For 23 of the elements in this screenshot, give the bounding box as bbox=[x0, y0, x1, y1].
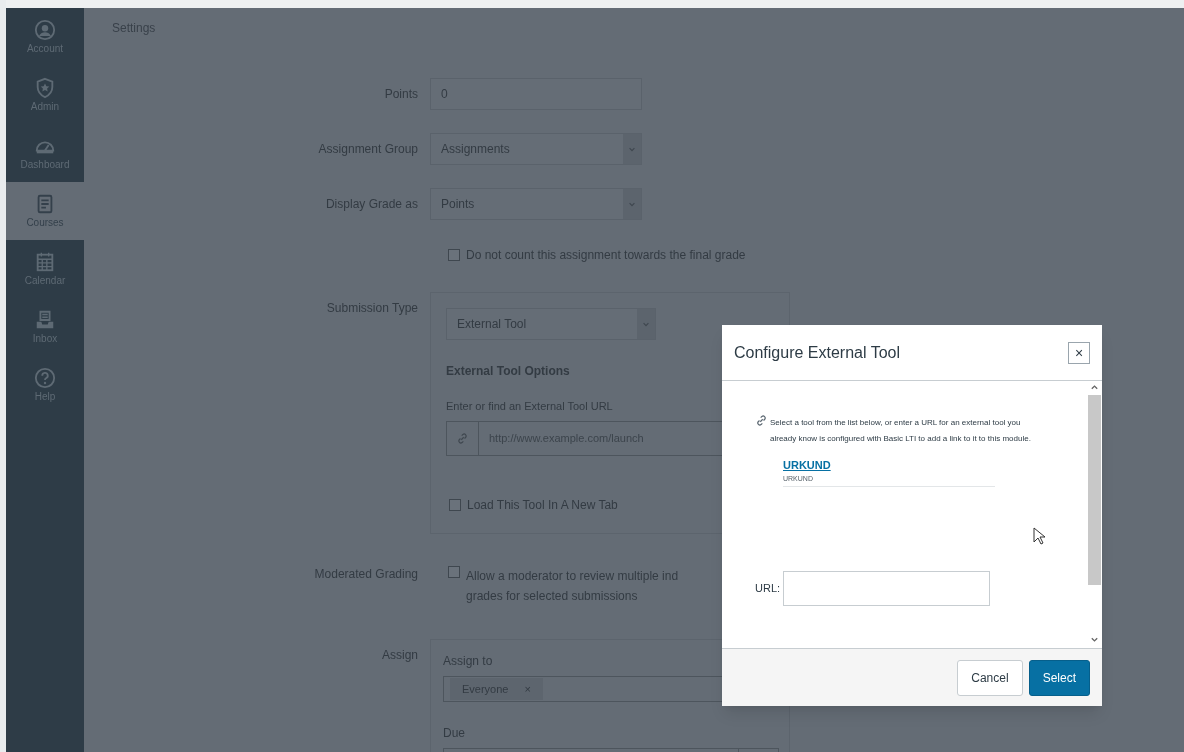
scroll-up-icon[interactable] bbox=[1090, 383, 1099, 391]
checkbox[interactable] bbox=[448, 249, 460, 261]
inbox-icon bbox=[34, 309, 56, 331]
calendar-icon bbox=[34, 251, 56, 273]
url-input[interactable] bbox=[783, 571, 991, 606]
dialog-description: Select a tool from the list below, or enter a URL for an external tool you already know is configured with Basic LTI to add a link to it to this module. bbox=[770, 417, 1032, 445]
select-button[interactable]: Select bbox=[1028, 659, 1090, 696]
caret-icon bbox=[623, 134, 641, 164]
checkbox[interactable] bbox=[449, 498, 461, 511]
shield-icon bbox=[34, 77, 56, 99]
field-label: URL: bbox=[755, 581, 781, 597]
cancel-button[interactable]: Cancel bbox=[957, 659, 1023, 696]
cursor-icon bbox=[1033, 527, 1045, 545]
close-button[interactable]: × bbox=[1068, 341, 1090, 364]
remove-button[interactable]: × bbox=[524, 680, 531, 698]
scroll-down-icon[interactable] bbox=[1090, 636, 1099, 644]
avatar-icon bbox=[34, 19, 56, 41]
dialog-title: Configure External Tool bbox=[734, 342, 901, 363]
tool-link[interactable]: URKUND bbox=[783, 457, 831, 474]
caret-icon bbox=[637, 309, 655, 339]
caret-icon bbox=[623, 189, 641, 219]
help-icon bbox=[34, 367, 56, 389]
checkbox[interactable] bbox=[448, 566, 460, 578]
